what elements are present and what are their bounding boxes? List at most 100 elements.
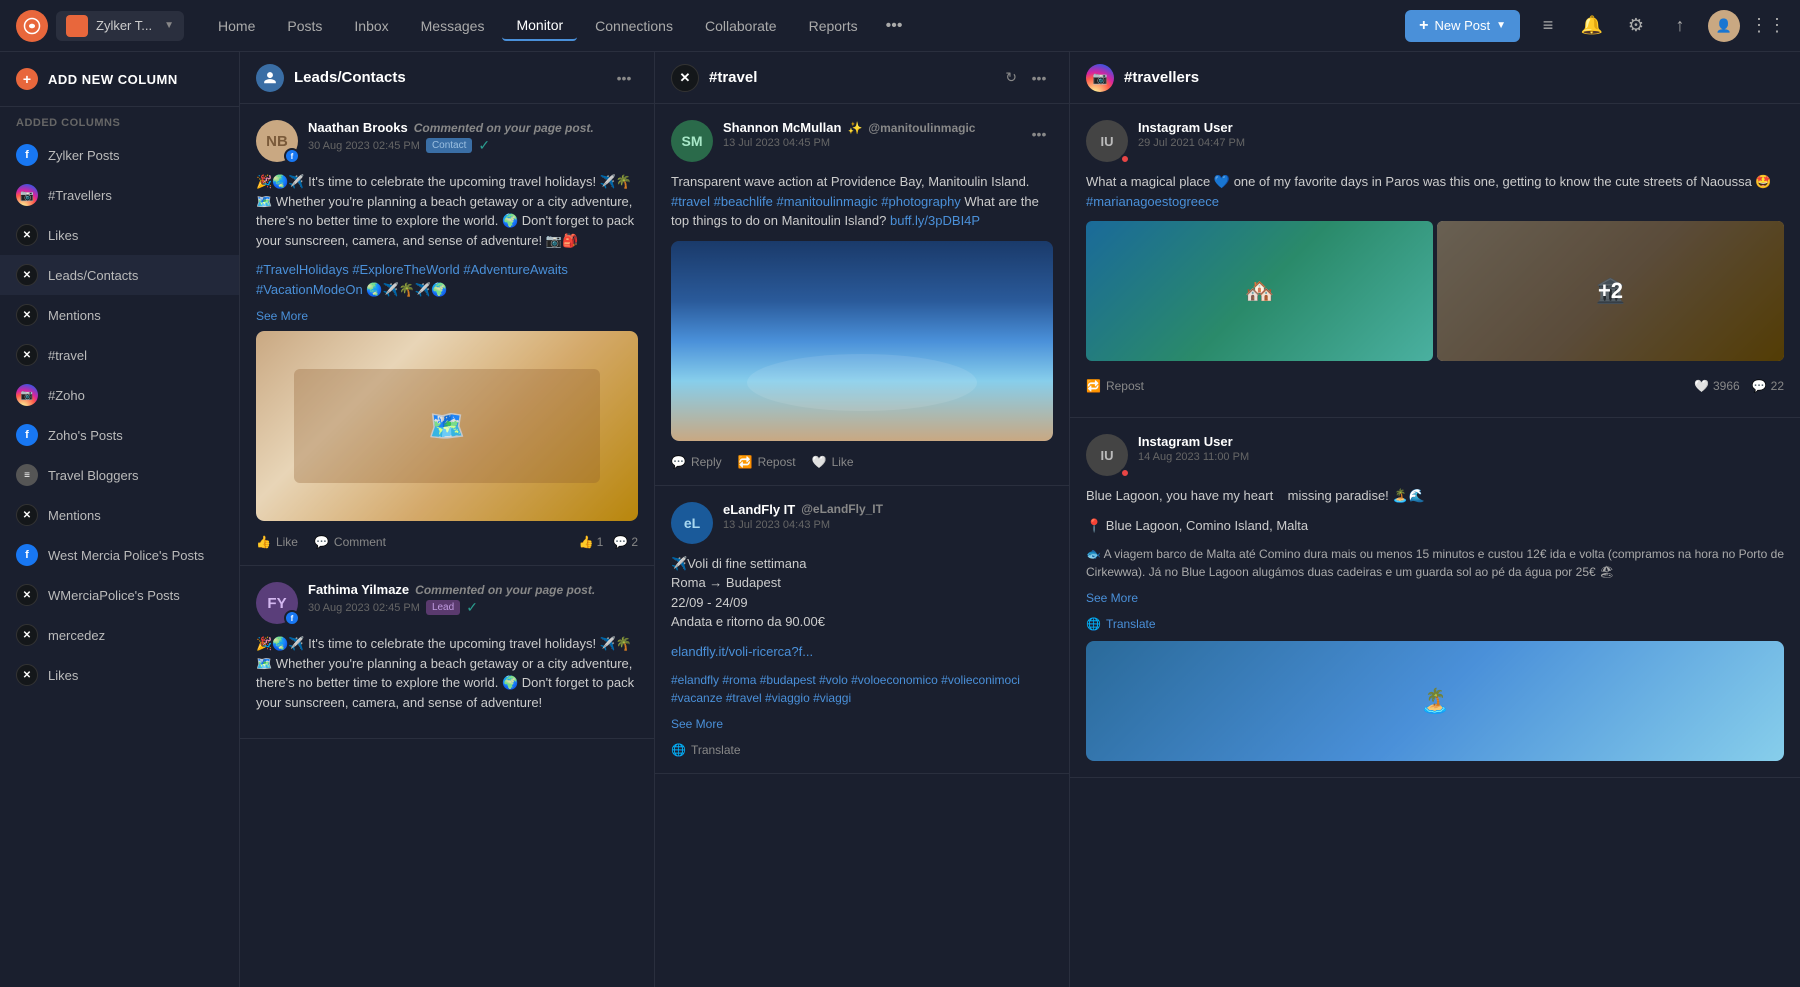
comment-action[interactable]: 💬 Comment [314,535,386,549]
sidebar-item-likes[interactable]: ✕ Likes [0,215,239,255]
new-post-button[interactable]: + New Post ▼ [1405,10,1520,42]
post-avatar-container: SM [671,120,713,162]
column-more-button[interactable]: ••• [1025,64,1053,92]
new-post-label: New Post [1434,18,1490,33]
see-more-link[interactable]: See More [256,309,638,323]
repost-stats: 🔁 Repost 🤍 3966 💬 22 [1086,371,1784,401]
nav-items: Home Posts Inbox Messages Monitor Connec… [204,11,1405,41]
grid-icon[interactable]: ⋮⋮ [1752,10,1784,42]
hashtag: #marianagoestogreece [1086,194,1219,209]
sidebar-item-wmercia[interactable]: ✕ WMerciaPolice's Posts [0,575,239,615]
post-header: NB f Naathan Brooks Commented on your pa… [256,120,638,162]
image-grid-item-1: 🏘️ [1086,221,1433,361]
sidebar-item-mercedez[interactable]: ✕ mercedez [0,615,239,655]
author-name: Fathima Yilmaze [308,582,409,597]
post-header: IU Instagram User 14 Aug 2023 11:00 PM [1086,434,1784,476]
reply-action[interactable]: 💬 Reply [671,455,722,469]
nav-more-icon[interactable]: ••• [876,11,913,41]
menu-icon[interactable]: ≡ [1532,10,1564,42]
post-handle: @manitoulinmagic [868,121,975,135]
sidebar-item-likes-2[interactable]: ✕ Likes [0,655,239,695]
top-navigation: Zylker T... ▼ Home Posts Inbox Messages … [0,0,1800,52]
like-action[interactable]: 👍 Like [256,535,298,549]
column-header-travel: ✕ #travel ↻ ••• [655,52,1069,104]
post-card: IU Instagram User 29 Jul 2021 04:47 PM [1070,104,1800,418]
lead-badge: Lead [426,600,460,615]
twitter-icon: ✕ [16,584,38,606]
sidebar-item-label: Leads/Contacts [48,268,138,283]
nav-connections[interactable]: Connections [581,12,687,40]
sidebar-item-leads-contacts[interactable]: ✕ Leads/Contacts [0,255,239,295]
ocean-image [671,241,1053,441]
status-indicator [1120,468,1130,478]
nav-collaborate[interactable]: Collaborate [691,12,791,40]
post-actions: 👍 Like 💬 Comment 👍 1 💬 2 [256,531,638,549]
nav-posts[interactable]: Posts [273,12,336,40]
post-avatar-container: eL [671,502,713,544]
facebook-icon: f [16,144,38,166]
repost-action[interactable]: 🔁 Repost [1086,379,1144,393]
nav-reports[interactable]: Reports [795,12,872,40]
translate-action[interactable]: 🌐 Translate [1086,617,1156,631]
post-hashtags: #TravelHolidays #ExploreTheWorld #Advent… [256,260,638,299]
notifications-icon[interactable]: 🔔 [1576,10,1608,42]
sidebar-item-zylker-posts[interactable]: f Zylker Posts [0,135,239,175]
post-text: 🎉🌏✈️ It's time to celebrate the upcoming… [256,634,638,712]
post-time: 29 Jul 2021 04:47 PM [1138,137,1784,149]
post-body: 🐟 A viagem barco de Malta até Comino dur… [1086,545,1784,581]
sidebar-item-label: Mentions [48,508,101,523]
repost-label: Repost [1106,379,1144,393]
sidebar-item-west-mercia[interactable]: f West Mercia Police's Posts [0,535,239,575]
column-more-button[interactable]: ••• [610,64,638,92]
sidebar-item-zohos-posts[interactable]: f Zoho's Posts [0,415,239,455]
translate-action[interactable]: 🌐 Translate [671,743,741,757]
repost-action[interactable]: 🔁 Repost [738,455,796,469]
repost-icon: 🔁 [1086,379,1101,393]
add-new-column-button[interactable]: + ADD NEW COLUMN [0,52,239,107]
translate-label[interactable]: Translate [1106,617,1156,631]
post-link[interactable]: elandfly.it/voli-ricerca?f... [671,644,813,659]
sidebar: + ADD NEW COLUMN ADDED COLUMNS f Zylker … [0,52,240,987]
post-hashtags: #elandfly #roma #budapest #volo #voloeco… [671,671,1053,707]
post-timestamp: 30 Aug 2023 02:45 PM [308,602,420,614]
sidebar-item-label: Travel Bloggers [48,468,139,483]
post-link[interactable]: buff.ly/3pDBI4P [890,213,980,228]
nav-home[interactable]: Home [204,12,269,40]
added-columns-label: ADDED COLUMNS [0,107,239,135]
sidebar-item-mentions[interactable]: ✕ Mentions [0,295,239,335]
nav-monitor[interactable]: Monitor [502,11,577,41]
sidebar-item-label: #Zoho [48,388,85,403]
translate-icon: 🌐 [671,743,686,757]
sidebar-item-zoho[interactable]: 📷 #Zoho [0,375,239,415]
sidebar-item-label: #Travellers [48,188,112,203]
see-more-link[interactable]: See More [1086,591,1784,605]
settings-icon[interactable]: ⚙ [1620,10,1652,42]
nav-right: + New Post ▼ ≡ 🔔 ⚙ ↑ 👤 ⋮⋮ [1405,10,1784,42]
share-icon[interactable]: ↑ [1664,10,1696,42]
facebook-icon: f [16,424,38,446]
post-author: Naathan Brooks Commented on your page po… [308,120,638,135]
app-selector[interactable]: Zylker T... ▼ [56,11,184,41]
status-indicator [1120,154,1130,164]
hashtag: #elandfly #roma #budapest #volo #voloeco… [671,673,1020,705]
sidebar-item-mentions-2[interactable]: ✕ Mentions [0,495,239,535]
facebook-badge-icon: f [284,610,300,626]
instagram-icon: 📷 [16,184,38,206]
refresh-button[interactable]: ↻ [1005,69,1017,86]
post-text: What a magical place 💙 one of my favorit… [1086,172,1784,211]
main-layout: + ADD NEW COLUMN ADDED COLUMNS f Zylker … [0,52,1800,987]
like-action[interactable]: 🤍 Like [812,455,854,469]
reply-label: Reply [691,455,722,469]
sidebar-item-travel[interactable]: ✕ #travel [0,335,239,375]
user-avatar[interactable]: 👤 [1708,10,1740,42]
sidebar-item-travel-bloggers[interactable]: ≡ Travel Bloggers [0,455,239,495]
post-author: Fathima Yilmaze Commented on your page p… [308,582,638,597]
nav-messages[interactable]: Messages [407,12,499,40]
nav-inbox[interactable]: Inbox [340,12,402,40]
post-header: SM Shannon McMullan ✨ @manitoulinmagic 1… [671,120,1053,162]
author-name: eLandFly IT [723,502,795,517]
post-more-button[interactable]: ••• [1025,120,1053,148]
see-more-link[interactable]: See More [671,717,1053,731]
sidebar-item-travellers[interactable]: 📷 #Travellers [0,175,239,215]
column-title-travel: #travel [709,69,1005,86]
